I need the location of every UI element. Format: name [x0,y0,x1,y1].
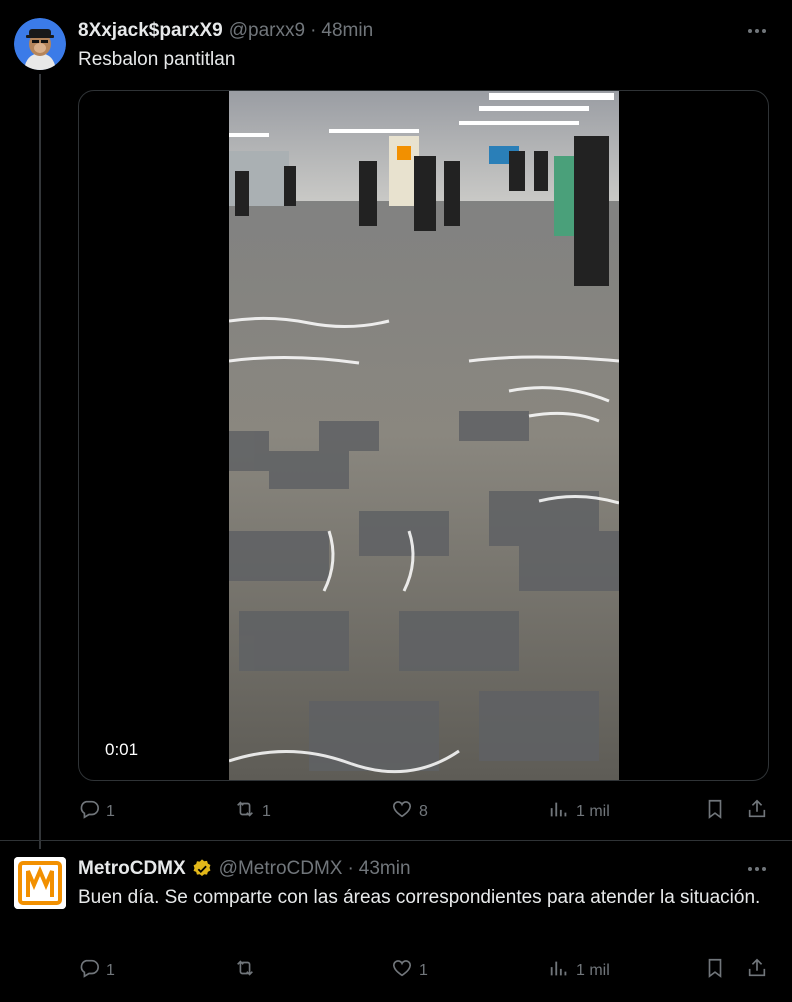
analytics-icon [548,957,570,984]
views-button[interactable]: 1 mil [548,957,610,984]
thread-connector-line [39,74,41,849]
tweet[interactable]: MetroCDMX @MetroCDMX · 43min Buen día. S… [0,840,792,1002]
tweet-actions: 1 1 1 mil [78,957,772,981]
display-name[interactable]: MetroCDMX [78,858,186,880]
tweet-header: MetroCDMX @MetroCDMX · 43min [78,857,411,881]
reply-count: 1 [106,961,115,979]
more-options-icon[interactable] [746,858,768,880]
reply-icon [78,798,100,825]
tweet-actions: 1 1 8 1 mil [78,798,772,822]
heart-icon [391,798,413,825]
reply-count: 1 [106,802,115,820]
bookmark-icon [704,798,726,825]
post-time[interactable]: 43min [359,858,411,880]
display-name[interactable]: 8Xxjack$parxX9 [78,20,223,42]
like-count: 1 [419,961,428,979]
views-button[interactable]: 1 mil [548,798,610,825]
repost-icon [234,957,256,984]
view-count: 1 mil [576,802,610,820]
tweet-header: 8Xxjack$parxX9 @parxx9 · 48min [78,19,373,43]
repost-button[interactable]: 1 [234,798,271,825]
more-options-icon[interactable] [746,20,768,42]
verified-badge-icon[interactable] [191,858,213,880]
separator-dot: · [347,858,354,879]
tweet-text: Buen día. Se comparte con las áreas corr… [78,887,761,908]
share-button[interactable] [746,798,768,825]
bookmark-button[interactable] [704,798,726,825]
user-handle[interactable]: @parxx9 [229,20,305,42]
avatar[interactable] [14,18,66,70]
view-count: 1 mil [576,961,610,979]
reply-button[interactable]: 1 [78,957,115,984]
video-player[interactable]: 0:01 [78,90,769,781]
analytics-icon [548,798,570,825]
bookmark-button[interactable] [704,957,726,984]
share-icon [746,957,768,984]
avatar[interactable] [14,857,66,909]
post-time[interactable]: 48min [321,20,373,42]
share-icon [746,798,768,825]
reply-icon [78,957,100,984]
reply-button[interactable]: 1 [78,798,115,825]
like-button[interactable]: 1 [391,957,428,984]
video-frame [229,91,619,780]
heart-icon [391,957,413,984]
repost-icon [234,798,256,825]
bookmark-icon [704,957,726,984]
share-button[interactable] [746,957,768,984]
repost-button[interactable] [234,957,262,984]
separator-dot: · [310,20,317,41]
video-timestamp: 0:01 [105,740,139,759]
like-count: 8 [419,802,428,820]
tweet-text: Resbalon pantitlan [78,49,236,70]
user-handle[interactable]: @MetroCDMX [219,858,343,880]
tweet[interactable]: 8Xxjack$parxX9 @parxx9 · 48min Resbalon … [0,0,792,849]
like-button[interactable]: 8 [391,798,428,825]
repost-count: 1 [262,802,271,820]
